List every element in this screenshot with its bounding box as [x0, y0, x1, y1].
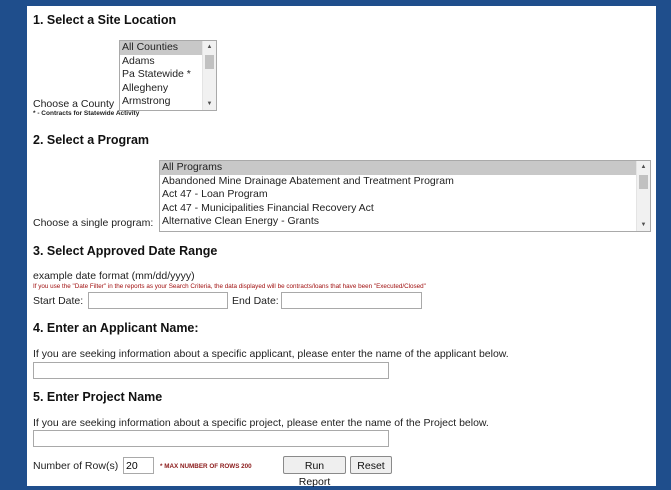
- program-option[interactable]: Alternative Clean Energy - Grants: [160, 215, 650, 229]
- start-date-input[interactable]: [88, 292, 228, 309]
- county-scrollbar[interactable]: ▲ ▼: [202, 41, 216, 110]
- statewide-note: * - Contracts for Statewide Activity: [33, 110, 140, 117]
- rows-input[interactable]: [123, 457, 154, 474]
- reset-button[interactable]: Reset: [350, 456, 392, 474]
- program-option[interactable]: All Programs: [160, 161, 636, 175]
- program-option[interactable]: Act 47 - Loan Program: [160, 188, 650, 202]
- program-option[interactable]: Act 47 - Municipalities Financial Recove…: [160, 202, 650, 216]
- scroll-thumb[interactable]: [639, 175, 648, 189]
- applicant-help: If you are seeking information about a s…: [33, 348, 509, 360]
- program-listbox[interactable]: All Programs Abandoned Mine Drainage Aba…: [159, 160, 651, 232]
- scroll-down-icon[interactable]: ▼: [203, 98, 216, 110]
- section-4-heading: 4. Enter an Applicant Name:: [33, 321, 199, 335]
- project-help: If you are seeking information about a s…: [33, 417, 489, 429]
- run-report-button[interactable]: Run Report: [283, 456, 346, 488]
- scroll-up-icon[interactable]: ▲: [203, 41, 216, 53]
- section-3-heading: 3. Select Approved Date Range: [33, 244, 218, 258]
- program-scrollbar[interactable]: ▲ ▼: [636, 161, 650, 231]
- scroll-up-icon[interactable]: ▲: [637, 161, 650, 173]
- project-name-input[interactable]: [33, 430, 389, 447]
- scroll-down-icon[interactable]: ▼: [637, 219, 650, 231]
- start-date-label: Start Date:: [33, 295, 84, 307]
- end-date-label: End Date:: [232, 295, 279, 307]
- program-option[interactable]: Abandoned Mine Drainage Abatement and Tr…: [160, 175, 650, 189]
- end-date-input[interactable]: [281, 292, 422, 309]
- program-label: Choose a single program:: [33, 217, 154, 229]
- rows-label: Number of Row(s): [33, 460, 119, 472]
- section-5-heading: 5. Enter Project Name: [33, 390, 163, 404]
- applicant-name-input[interactable]: [33, 362, 389, 379]
- search-form-panel: 1. Select a Site Location All Counties A…: [27, 6, 656, 488]
- date-filter-warning: If you use the "Date Filter" in the repo…: [33, 283, 426, 290]
- section-2-heading: 2. Select a Program: [33, 133, 150, 147]
- county-listbox[interactable]: All Counties Adams Pa Statewide * Allegh…: [119, 40, 217, 111]
- max-rows-note: * MAX NUMBER OF ROWS 200: [160, 463, 252, 470]
- date-format-example: example date format (mm/dd/yyyy): [33, 270, 195, 282]
- scroll-thumb[interactable]: [205, 55, 214, 69]
- county-label: Choose a County: [33, 98, 115, 110]
- section-1-heading: 1. Select a Site Location: [33, 13, 177, 27]
